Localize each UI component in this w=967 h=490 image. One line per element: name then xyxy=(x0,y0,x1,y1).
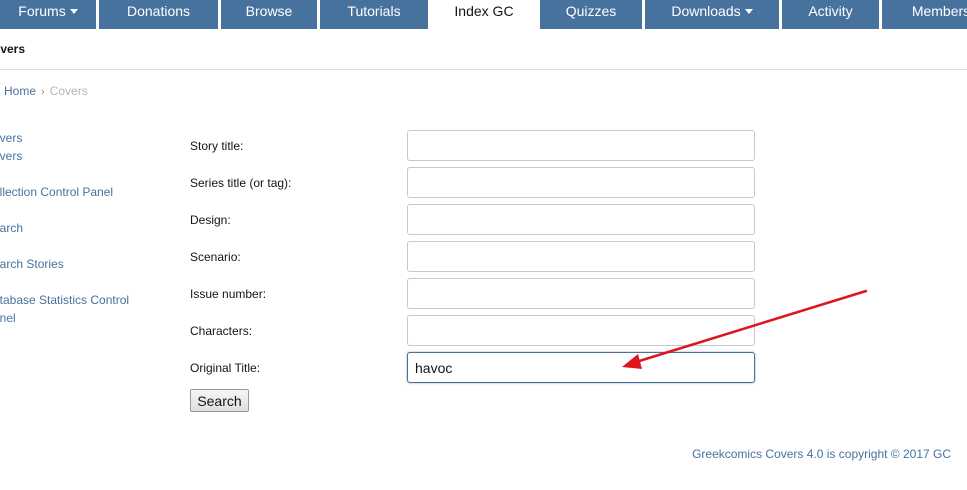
tab-index-gc-label: Index GC xyxy=(454,3,514,19)
tab-donations-label: Donations xyxy=(126,3,191,19)
series-title-input[interactable] xyxy=(407,167,755,198)
tab-forums-label: Forums xyxy=(18,3,66,19)
tab-members[interactable]: Members xyxy=(882,0,967,29)
tab-tutorials-label: Tutorials xyxy=(347,3,401,19)
tab-members-label: Members xyxy=(911,3,967,19)
original-title-input[interactable] xyxy=(407,352,755,383)
breadcrumb-current: Covers xyxy=(49,84,88,98)
sidebar-item-covers[interactable]: overs xyxy=(0,129,158,147)
design-label: Design: xyxy=(190,213,231,227)
tab-index-gc[interactable]: Index GC xyxy=(431,0,537,29)
tab-quizzes-label: Quizzes xyxy=(565,3,617,19)
tab-activity-label: Activity xyxy=(808,3,853,19)
sidebar-item-covers-2[interactable]: overs xyxy=(0,147,158,165)
series-title-label: Series title (or tag): xyxy=(190,176,292,190)
scenario-label: Scenario: xyxy=(190,250,241,264)
issue-number-label: Issue number: xyxy=(190,287,267,301)
caret-down-icon xyxy=(69,9,78,14)
sidebar-item-collection-control-panel[interactable]: ollection Control Panel xyxy=(0,183,158,201)
top-navigation: Forums Donations Browse Tutorials Index … xyxy=(0,0,967,29)
tab-quizzes[interactable]: Quizzes xyxy=(540,0,642,29)
tab-donations[interactable]: Donations xyxy=(99,0,218,29)
story-title-label: Story title: xyxy=(190,139,244,153)
tab-downloads[interactable]: Downloads xyxy=(645,0,779,29)
sidebar-item-search-stories[interactable]: earch Stories xyxy=(0,255,158,273)
footer-copyright: Greekcomics Covers 4.0 is copyright © 20… xyxy=(692,447,951,461)
story-title-input[interactable] xyxy=(407,130,755,161)
breadcrumb-home-link[interactable]: Home xyxy=(4,84,36,98)
breadcrumb: Home › Covers xyxy=(4,84,88,98)
caret-down-icon xyxy=(744,9,753,14)
tab-forums[interactable]: Forums xyxy=(0,0,96,29)
original-title-label: Original Title: xyxy=(190,361,261,375)
chevron-right-icon: › xyxy=(41,86,45,98)
scenario-input[interactable] xyxy=(407,241,755,272)
characters-input[interactable] xyxy=(407,315,755,346)
sidebar: overs overs ollection Control Panel earc… xyxy=(0,129,158,327)
design-input[interactable] xyxy=(407,204,755,235)
sidebar-item-database-statistics[interactable]: atabase Statistics Control xyxy=(0,291,158,309)
issue-number-input[interactable] xyxy=(407,278,755,309)
tab-tutorials[interactable]: Tutorials xyxy=(320,0,428,29)
tab-activity[interactable]: Activity xyxy=(782,0,879,29)
tab-browse-label: Browse xyxy=(245,3,293,19)
title-bar: overs xyxy=(0,29,967,70)
characters-label: Characters: xyxy=(190,324,253,338)
sidebar-item-database-statistics-cont[interactable]: anel xyxy=(0,309,158,327)
sidebar-item-search[interactable]: earch xyxy=(0,219,158,237)
page-title: overs xyxy=(0,42,26,56)
tab-downloads-label: Downloads xyxy=(671,3,741,19)
tab-browse[interactable]: Browse xyxy=(221,0,317,29)
search-button[interactable]: Search xyxy=(190,389,249,412)
